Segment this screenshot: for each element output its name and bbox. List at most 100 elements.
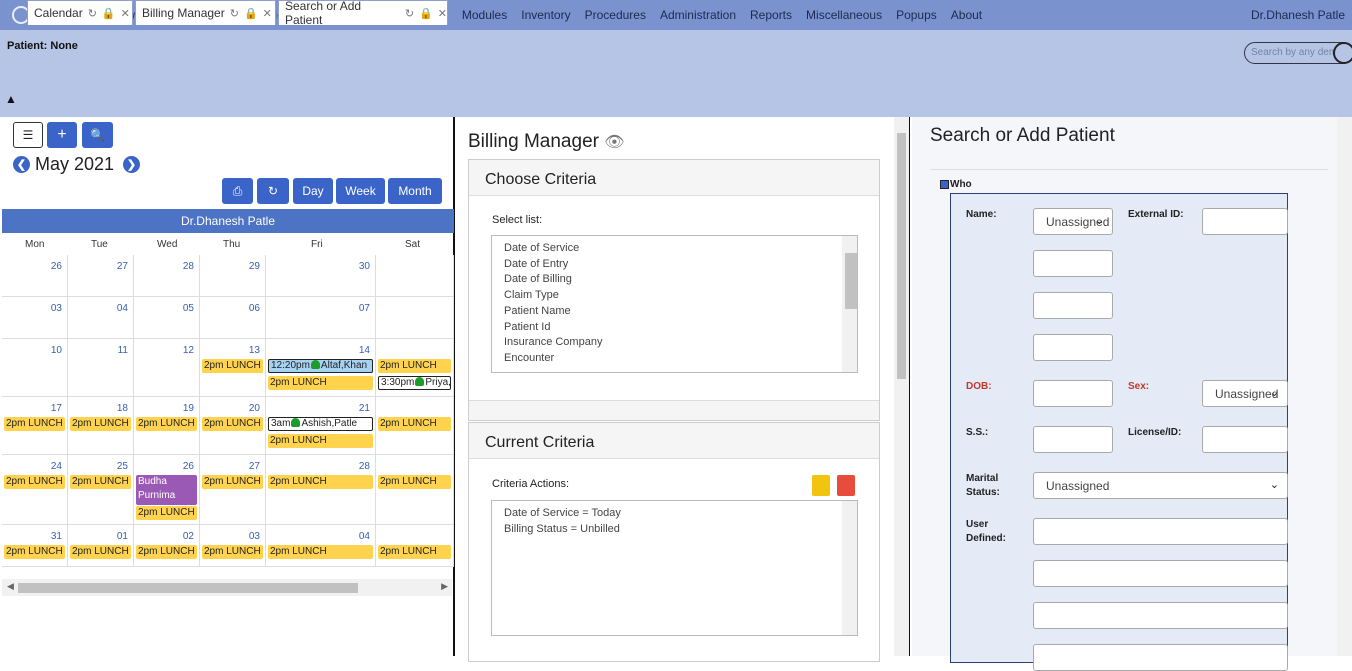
criteria-option[interactable]: Patient Name: [492, 304, 857, 320]
day-number[interactable]: 24: [51, 461, 62, 472]
day-number[interactable]: 13: [249, 345, 260, 356]
calendar-day-cell[interactable]: 2pm LUNCH: [376, 455, 454, 525]
tab-billing-manager[interactable]: Billing Manager ↻ 🔒 ✕: [135, 0, 276, 25]
who-checkbox[interactable]: [940, 180, 949, 189]
criteria-option[interactable]: Claim Type: [492, 288, 857, 304]
tab-search-add-patient[interactable]: Search or Add Patient ↻ 🔒 ✕: [278, 0, 448, 27]
ss-input[interactable]: [1033, 426, 1113, 453]
refresh-icon[interactable]: ↻: [257, 178, 289, 204]
calendar-event[interactable]: 2pm LUNCH: [268, 376, 373, 390]
criteria-option[interactable]: Insurance Company: [492, 335, 857, 351]
last-name-input[interactable]: [1033, 334, 1113, 361]
calendar-event[interactable]: 2pm LUNCH: [70, 417, 131, 431]
current-criteria-list[interactable]: Date of Service = Today Billing Status = …: [491, 500, 858, 636]
day-number[interactable]: 31: [51, 531, 62, 542]
criteria-option[interactable]: Patient Id: [492, 320, 857, 336]
calendar-day-cell[interactable]: [376, 255, 454, 297]
calendar-day-cell[interactable]: 20 2pm LUNCH: [200, 397, 266, 455]
menu-item-miscellaneous[interactable]: Miscellaneous: [806, 8, 882, 22]
refresh-icon[interactable]: ↻: [88, 7, 97, 20]
menu-item-popups[interactable]: Popups: [896, 8, 937, 22]
calendar-event[interactable]: 2pm LUNCH: [268, 475, 373, 489]
user-defined-input-3[interactable]: [1033, 602, 1288, 629]
vertical-scrollbar[interactable]: [894, 117, 909, 656]
collapse-caret-icon[interactable]: ▲: [5, 92, 17, 106]
calendar-event[interactable]: Budha Purnima: [136, 475, 197, 505]
day-number[interactable]: 05: [183, 303, 194, 314]
menu-item-reports[interactable]: Reports: [750, 8, 792, 22]
prev-month-icon[interactable]: ❮: [13, 156, 30, 173]
menu-item-administration[interactable]: Administration: [660, 8, 736, 22]
day-number[interactable]: 30: [359, 261, 370, 272]
user-defined-input-4[interactable]: [1033, 644, 1288, 671]
day-number[interactable]: 03: [249, 531, 260, 542]
calendar-day-cell[interactable]: 27: [68, 255, 134, 297]
day-number[interactable]: 10: [51, 345, 62, 356]
day-number[interactable]: 20: [249, 403, 260, 414]
lock-icon[interactable]: 🔒: [419, 7, 433, 20]
criteria-option[interactable]: Date of Service: [492, 241, 857, 257]
search-icon[interactable]: 🔍: [82, 122, 113, 148]
calendar-day-cell[interactable]: 12: [134, 339, 200, 397]
calendar-event[interactable]: 3am Ashish,Patle: [268, 417, 373, 431]
user-defined-input-2[interactable]: [1033, 560, 1288, 587]
dob-input[interactable]: [1033, 380, 1113, 407]
day-number[interactable]: 21: [359, 403, 370, 414]
calendar-day-cell[interactable]: 02 2pm LUNCH: [134, 525, 200, 567]
close-icon[interactable]: ✕: [263, 7, 272, 20]
day-number[interactable]: 27: [249, 461, 260, 472]
day-number[interactable]: 28: [359, 461, 370, 472]
calendar-day-cell[interactable]: 24 2pm LUNCH: [2, 455, 68, 525]
month-view-button[interactable]: Month: [388, 178, 442, 204]
criteria-select-list[interactable]: Date of Service Date of Entry Date of Bill…: [491, 235, 858, 373]
calendar-event[interactable]: 12:20pm Altaf,Khan: [268, 359, 373, 373]
calendar-day-cell[interactable]: 26 Budha Purnima 2pm LUNCH: [134, 455, 200, 525]
calendar-event[interactable]: 2pm LUNCH: [378, 475, 451, 489]
calendar-day-cell[interactable]: 2pm LUNCH 3:30pm Priya,: [376, 339, 454, 397]
tab-calendar[interactable]: Calendar ↻ 🔒 ✕: [27, 0, 133, 25]
user-menu[interactable]: Dr.Dhanesh Patle: [1251, 8, 1345, 22]
calendar-event[interactable]: 2pm LUNCH: [136, 417, 197, 431]
menu-icon[interactable]: ☰: [13, 122, 43, 148]
lock-icon[interactable]: 🔒: [244, 7, 258, 20]
calendar-day-cell[interactable]: 03 2pm LUNCH: [200, 525, 266, 567]
add-event-button[interactable]: +: [47, 122, 77, 148]
calendar-day-cell[interactable]: 26: [2, 255, 68, 297]
refresh-icon[interactable]: ↻: [230, 7, 239, 20]
day-number[interactable]: 17: [51, 403, 62, 414]
calendar-day-cell[interactable]: 18 2pm LUNCH: [68, 397, 134, 455]
calendar-event[interactable]: 2pm LUNCH: [268, 545, 373, 559]
vertical-scrollbar[interactable]: [1337, 117, 1352, 656]
calendar-day-cell[interactable]: 27 2pm LUNCH: [200, 455, 266, 525]
user-defined-input-1[interactable]: [1033, 518, 1288, 545]
calendar-day-cell[interactable]: 30: [266, 255, 376, 297]
calendar-event[interactable]: 2pm LUNCH: [4, 475, 65, 489]
calendar-event[interactable]: 2pm LUNCH: [268, 434, 373, 448]
calendar-day-cell[interactable]: 07: [266, 297, 376, 339]
criteria-option[interactable]: Date of Entry: [492, 257, 857, 273]
calendar-day-cell[interactable]: 05: [134, 297, 200, 339]
menu-item-modules[interactable]: Modules: [462, 8, 507, 22]
day-number[interactable]: 04: [117, 303, 128, 314]
calendar-day-cell[interactable]: 04: [68, 297, 134, 339]
refresh-icon[interactable]: ↻: [405, 7, 414, 20]
calendar-event[interactable]: 2pm LUNCH: [136, 545, 197, 559]
calendar-day-cell[interactable]: 03: [2, 297, 68, 339]
calendar-day-cell[interactable]: 2pm LUNCH: [376, 525, 454, 567]
current-criteria-item[interactable]: Billing Status = Unbilled: [492, 522, 857, 538]
calendar-event[interactable]: 2pm LUNCH: [136, 506, 197, 520]
calendar-day-cell[interactable]: 17 2pm LUNCH: [2, 397, 68, 455]
day-number[interactable]: 28: [183, 261, 194, 272]
criteria-option[interactable]: Date of Billing: [492, 272, 857, 288]
lock-icon[interactable]: 🔒: [102, 7, 116, 20]
day-number[interactable]: 07: [359, 303, 370, 314]
criteria-option[interactable]: Encounter: [492, 351, 857, 367]
calendar-event[interactable]: 2pm LUNCH: [70, 475, 131, 489]
calendar-day-cell[interactable]: 01 2pm LUNCH: [68, 525, 134, 567]
calendar-day-cell[interactable]: 28 2pm LUNCH: [266, 455, 376, 525]
day-number[interactable]: 02: [183, 531, 194, 542]
calendar-day-cell[interactable]: 25 2pm LUNCH: [68, 455, 134, 525]
menu-item-inventory[interactable]: Inventory: [521, 8, 570, 22]
calendar-event[interactable]: 2pm LUNCH: [202, 417, 263, 431]
sex-select[interactable]: Unassigned ⌄: [1202, 380, 1288, 407]
